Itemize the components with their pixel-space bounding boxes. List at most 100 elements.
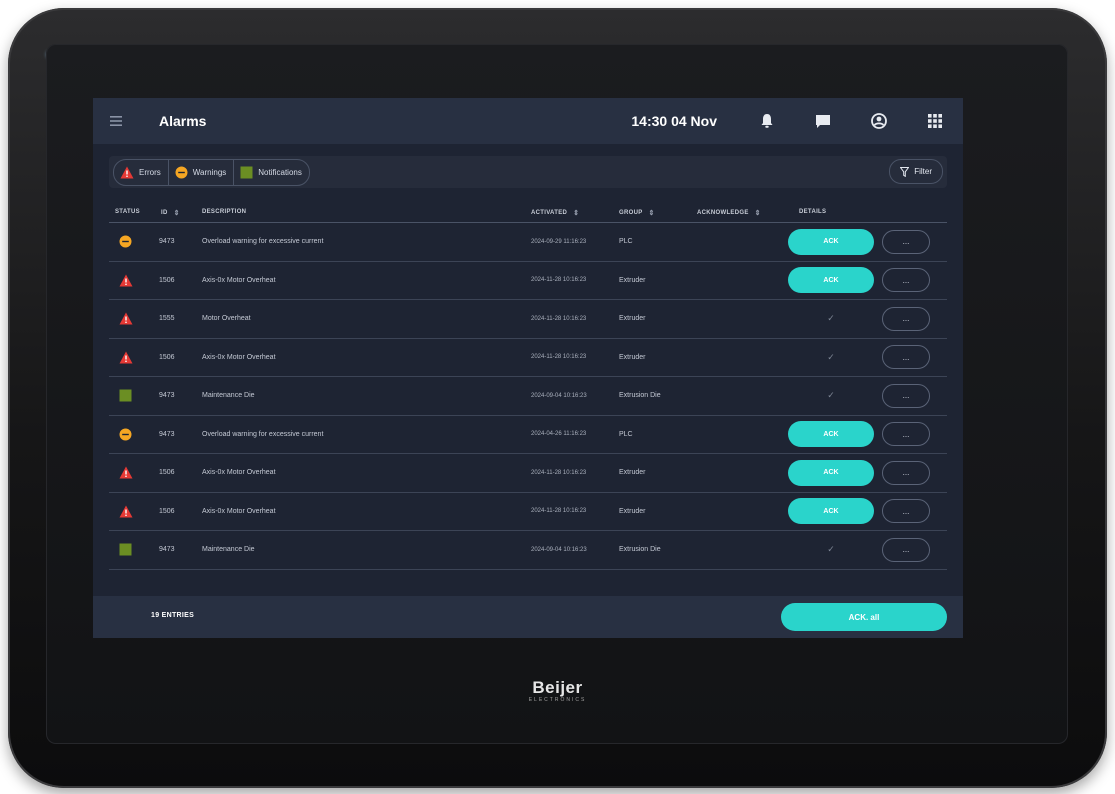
error-icon [119, 466, 133, 479]
bell-icon [761, 114, 773, 128]
clock-date: 04 Nov [671, 113, 717, 129]
chat-icon [816, 114, 830, 128]
description-cell: Axis-0x Motor Overheat [202, 507, 276, 515]
column-group-label: GROUP [619, 210, 643, 216]
details-button[interactable]: ... [882, 383, 930, 408]
description-cell: Axis-0x Motor Overheat [202, 469, 276, 477]
warnings-filter-chip[interactable]: Warnings [167, 160, 234, 185]
alarms-screen: Alarms 14:30 04 Nov Errors Warnings Noti… [93, 98, 963, 638]
column-details: DETAILS [799, 209, 826, 215]
id-cell: 1506 [159, 469, 175, 477]
status-cell [119, 300, 133, 338]
details-button[interactable]: ... [882, 460, 930, 485]
status-cell [119, 223, 132, 261]
column-details-label: DETAILS [799, 209, 827, 215]
table-row[interactable]: 1555 Motor Overheat 2024-11-28 10:16:23 … [109, 300, 947, 339]
details-button[interactable]: ... [882, 537, 930, 562]
column-acknowledge[interactable]: ACKNOWLEDGE ⇕ [697, 209, 761, 217]
group-cell: Extruder [619, 276, 646, 284]
column-activated[interactable]: ACTIVATED ⇕ [531, 209, 579, 217]
table-row[interactable]: 1506 Axis-0x Motor Overheat 2024-11-28 1… [109, 339, 947, 377]
notifications-button[interactable] [739, 98, 795, 144]
ack-all-button[interactable]: ACK. all [781, 603, 947, 631]
error-icon [119, 312, 133, 325]
table-row[interactable]: 1506 Axis-0x Motor Overheat 2024-11-28 1… [109, 493, 947, 531]
group-cell: Extruder [619, 469, 646, 477]
ack-button[interactable]: ACK [788, 459, 874, 486]
messages-button[interactable] [795, 98, 851, 144]
id-cell: 1506 [159, 276, 175, 284]
group-cell: Extrusion Die [619, 392, 661, 400]
menu-button[interactable] [93, 98, 139, 144]
notifications-filter-label: Notifications [258, 168, 302, 177]
group-cell: Extrusion Die [619, 546, 661, 554]
warning-icon [175, 166, 188, 179]
column-activated-label: ACTIVATED [531, 210, 568, 216]
errors-filter-label: Errors [139, 168, 161, 177]
activated-cell: 2024-11-28 10:16:23 [531, 277, 587, 284]
ack-button[interactable]: ACK [788, 267, 874, 294]
details-button[interactable]: ... [882, 229, 930, 254]
status-cell [119, 262, 133, 300]
ack-button[interactable]: ACK [788, 228, 874, 255]
status-cell [119, 493, 133, 531]
details-button[interactable]: ... [882, 422, 930, 447]
apps-grid-icon [928, 114, 942, 128]
details-cell: ... [881, 300, 931, 338]
filter-bar: Errors Warnings Notifications Filter [109, 156, 947, 188]
details-cell: ... [881, 531, 931, 569]
acknowledge-cell: ACK [787, 493, 875, 531]
id-cell: 9473 [159, 392, 175, 400]
table-row[interactable]: 9473 Maintenance Die 2024-09-04 10:16:23… [109, 377, 947, 416]
notifications-filter-chip[interactable]: Notifications [233, 160, 309, 185]
activated-cell: 2024-11-28 10:16:23 [531, 354, 587, 361]
description-cell: Axis-0x Motor Overheat [202, 353, 276, 361]
column-id[interactable]: ID ⇕ [161, 209, 180, 217]
description-cell: Overload warning for excessive current [202, 238, 324, 246]
column-description[interactable]: DESCRIPTION [202, 209, 246, 215]
errors-filter-chip[interactable]: Errors [114, 160, 168, 185]
id-cell: 9473 [159, 430, 175, 438]
ack-button[interactable]: ACK [788, 498, 874, 525]
group-cell: PLC [619, 430, 633, 438]
user-button[interactable] [851, 98, 907, 144]
acknowledged-check-icon: ✓ [827, 544, 835, 555]
error-icon [119, 274, 133, 287]
filter-button[interactable]: Filter [889, 159, 943, 184]
details-button[interactable]: ... [882, 306, 930, 331]
filter-button-label: Filter [914, 167, 932, 176]
column-acknowledge-label: ACKNOWLEDGE [697, 210, 749, 216]
details-button[interactable]: ... [882, 499, 930, 524]
details-cell: ... [881, 223, 931, 261]
description-cell: Maintenance Die [202, 546, 255, 554]
menu-icon [110, 116, 122, 126]
id-cell: 1506 [159, 353, 175, 361]
warnings-filter-label: Warnings [192, 168, 227, 177]
acknowledge-cell: ✓ [787, 339, 875, 377]
alarms-table: STATUS ID ⇕ DESCRIPTION ACTIVATED ⇕ GROUP ⇕… [109, 202, 947, 570]
warning-icon [119, 235, 132, 248]
sort-icon: ⇕ [573, 210, 580, 217]
notification-icon [119, 389, 132, 402]
table-row[interactable]: 9473 Overload warning for excessive curr… [109, 223, 947, 262]
acknowledge-cell: ✓ [787, 300, 875, 338]
table-row[interactable]: 1506 Axis-0x Motor Overheat 2024-11-28 1… [109, 262, 947, 300]
acknowledge-cell: ACK [787, 454, 875, 492]
brand-logo: Beijer ELECTRONICS [8, 678, 1107, 703]
description-cell: Maintenance Die [202, 392, 255, 400]
acknowledge-cell: ✓ [787, 377, 875, 415]
ack-button[interactable]: ACK [788, 421, 874, 448]
apps-button[interactable] [907, 98, 963, 144]
table-header: STATUS ID ⇕ DESCRIPTION ACTIVATED ⇕ GROUP ⇕… [109, 202, 947, 223]
acknowledged-check-icon: ✓ [827, 351, 835, 362]
details-cell: ... [881, 493, 931, 531]
notification-icon [119, 543, 132, 556]
details-button[interactable]: ... [882, 268, 930, 293]
table-row[interactable]: 9473 Maintenance Die 2024-09-04 10:16:23… [109, 531, 947, 570]
acknowledge-cell: ACK [787, 223, 875, 261]
column-group[interactable]: GROUP ⇕ [619, 209, 655, 217]
details-button[interactable]: ... [882, 345, 930, 370]
table-row[interactable]: 1506 Axis-0x Motor Overheat 2024-11-28 1… [109, 454, 947, 493]
column-status[interactable]: STATUS [115, 209, 140, 215]
table-row[interactable]: 9473 Overload warning for excessive curr… [109, 416, 947, 454]
